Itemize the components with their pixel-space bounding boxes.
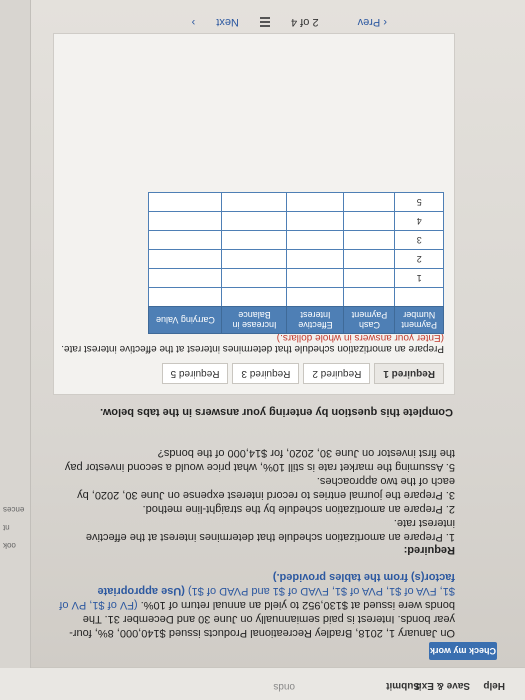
row-number: 5	[394, 192, 444, 212]
effective-interest-cell[interactable]	[286, 192, 344, 212]
increase-balance-cell[interactable]	[221, 211, 287, 231]
prev-button[interactable]: ‹ Prev	[340, 16, 387, 28]
effective-interest-cell[interactable]	[286, 268, 344, 288]
requirement-3: 3. Prepare the journal entries to record…	[77, 475, 455, 501]
increase-balance-cell[interactable]	[221, 268, 287, 288]
header-cash-payment: Cash Payment	[343, 306, 395, 334]
sidebar-item-ebook[interactable]: ook	[3, 541, 16, 550]
header-increase-in-balance: Increase in Balance	[221, 306, 287, 334]
carrying-value-cell[interactable]	[148, 230, 222, 250]
page-indicator: 2 of 4	[291, 16, 319, 28]
check-my-work-button[interactable]: Check my work	[429, 642, 497, 660]
table-row: 3	[148, 230, 444, 250]
row-number: 3	[394, 230, 444, 250]
next-button[interactable]: Next ›	[192, 16, 239, 28]
grid-icon[interactable]	[259, 16, 270, 27]
instructions-text: Complete this question by entering your …	[100, 406, 453, 418]
prepare-text: Prepare an amortization schedule that de…	[61, 343, 444, 354]
sidebar-item-print[interactable]: nt	[3, 523, 10, 532]
effective-interest-cell[interactable]	[286, 211, 344, 231]
requirement-2: 2. Prepare an amortization schedule by t…	[142, 503, 455, 515]
header-carrying-value: Carrying Value	[148, 306, 222, 334]
tab-required-1[interactable]: Required 1	[374, 363, 444, 384]
carrying-value-cell[interactable]	[148, 287, 222, 307]
table-row: 2	[148, 249, 444, 269]
carrying-value-cell[interactable]	[148, 268, 222, 288]
photo-background: onds Help Save & Exit Submit Check my wo…	[0, 0, 525, 700]
tab-required-5[interactable]: Required 5	[161, 363, 229, 384]
row-number: 2	[394, 249, 444, 269]
app-title: onds	[273, 681, 295, 692]
requirement-tabs: Required 1Required 2Required 3Required 5	[158, 362, 444, 384]
answer-panel: Required 1Required 2Required 3Required 5…	[53, 33, 455, 395]
table-row: 4	[148, 211, 444, 231]
required-title: Required:	[403, 544, 455, 556]
cash-payment-cell[interactable]	[343, 230, 395, 250]
sidebar-item-references[interactable]: ences	[3, 505, 24, 514]
row-number: 1	[394, 268, 444, 288]
cash-payment-cell[interactable]	[343, 211, 395, 231]
carrying-value-cell[interactable]	[148, 211, 222, 231]
row-number: 4	[394, 211, 444, 231]
prepare-instruction: Prepare an amortization schedule that de…	[54, 332, 444, 354]
table-row: 1	[148, 268, 444, 288]
screen: onds Help Save & Exit Submit Check my wo…	[0, 0, 525, 700]
save-exit-button[interactable]: Save & Exit	[416, 680, 470, 691]
header-effective-interest: Effective Interest	[286, 306, 344, 334]
increase-balance-cell[interactable]	[221, 249, 287, 269]
increase-balance-cell[interactable]	[221, 192, 287, 212]
pager: ‹ Prev 2 of 4 Next ›	[174, 16, 387, 28]
cash-payment-cell[interactable]	[343, 268, 395, 288]
effective-interest-cell[interactable]	[286, 287, 344, 307]
prev-label: Prev	[357, 16, 381, 28]
submit-button[interactable]: Submit	[386, 680, 420, 691]
requirement-5: 5. Assuming the market rate is still 10%…	[64, 447, 455, 473]
cash-payment-cell[interactable]	[343, 192, 395, 212]
requirement-1: 1. Prepare an amortization schedule that…	[85, 517, 455, 543]
top-toolbar: onds Help Save & Exit Submit	[0, 667, 525, 700]
cash-payment-cell[interactable]	[343, 287, 395, 307]
header-payment-number: Payment Number	[394, 306, 444, 334]
cash-payment-cell[interactable]	[343, 249, 395, 269]
increase-balance-cell[interactable]	[221, 287, 287, 307]
sidebar: ook nt ences	[0, 0, 31, 668]
tab-required-2[interactable]: Required 2	[303, 363, 371, 384]
row-number	[394, 287, 444, 307]
table-row	[148, 287, 444, 307]
carrying-value-cell[interactable]	[148, 192, 222, 212]
increase-balance-cell[interactable]	[221, 230, 287, 250]
amortization-table: Payment Number Cash Payment Effective In…	[148, 192, 444, 334]
problem-content: On January 1, 2018, Bradley Recreational…	[55, 446, 455, 640]
problem-text: On January 1, 2018, Bradley Recreational…	[55, 570, 455, 640]
help-button[interactable]: Help	[483, 680, 505, 691]
effective-interest-cell[interactable]	[286, 230, 344, 250]
effective-interest-cell[interactable]	[286, 249, 344, 269]
table-header-row: Payment Number Cash Payment Effective In…	[148, 306, 444, 334]
next-label: Next	[216, 16, 239, 28]
tab-required-3[interactable]: Required 3	[232, 363, 300, 384]
table-row: 5	[148, 192, 444, 212]
carrying-value-cell[interactable]	[148, 249, 222, 269]
